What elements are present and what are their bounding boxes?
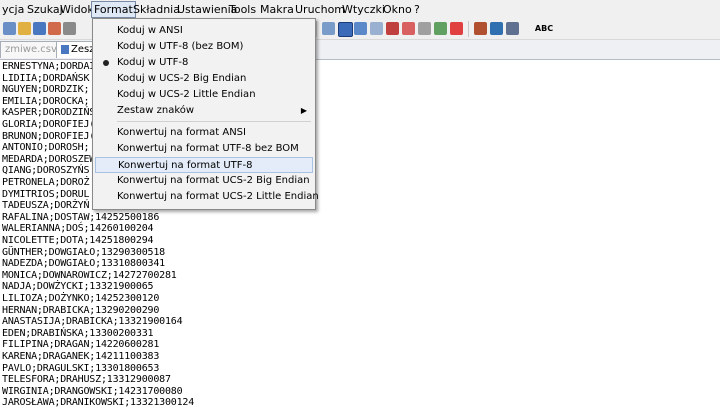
menu-bar: ycja Szukaj Widok Format Składnia Ustawi… xyxy=(0,0,720,20)
wrap-icon[interactable] xyxy=(322,22,335,35)
macro-play-icon[interactable] xyxy=(418,22,431,35)
format-menu-item[interactable]: Koduj w UTF-8 (bez BOM) xyxy=(95,39,313,55)
format-menu-item-label: Konwertuj na format ANSI xyxy=(117,127,246,138)
format-menu-item-label: Zestaw znaków xyxy=(117,105,195,116)
save-icon[interactable] xyxy=(33,22,46,35)
plugin-icon[interactable] xyxy=(474,22,487,35)
open-icon[interactable] xyxy=(18,22,31,35)
editor-line: JAROSŁAWA;DRANIKOWSKI;13321300124 xyxy=(2,397,195,409)
menu-tools[interactable]: Tools xyxy=(227,2,258,17)
document-icon xyxy=(61,44,69,54)
print-icon[interactable] xyxy=(63,22,76,35)
format-menu-item-label: Koduj w UTF-8 (bez BOM) xyxy=(117,41,244,52)
settings-icon[interactable] xyxy=(490,22,503,35)
macro-stop-icon[interactable] xyxy=(402,22,415,35)
new-icon[interactable] xyxy=(3,22,16,35)
format-menu-item-label: Koduj w UCS-2 Little Endian xyxy=(117,89,256,100)
format-menu-item[interactable]: Konwertuj na format ANSI xyxy=(95,125,313,141)
monitor-icon[interactable] xyxy=(506,22,519,35)
format-menu-item[interactable]: Konwertuj na format UTF-8 bez BOM xyxy=(95,141,313,157)
menu-edycja[interactable]: ycja xyxy=(0,2,26,17)
menu-makra[interactable]: Makra xyxy=(258,2,296,17)
format-menu-item[interactable]: Konwertuj na format UCS-2 Big Endian xyxy=(95,173,313,189)
spellcheck-icon[interactable]: ABC xyxy=(534,22,554,35)
submenu-arrow-icon: ▶ xyxy=(300,106,307,115)
format-menu-item-label: Koduj w ANSI xyxy=(117,25,183,36)
tab-zmiwe-csv[interactable]: zmiwe.csv xyxy=(0,41,58,58)
format-menu-item[interactable]: Koduj w UTF-8 xyxy=(95,55,313,71)
format-menu-item[interactable]: Koduj w UCS-2 Big Endian xyxy=(95,71,313,87)
indent-guide-icon[interactable] xyxy=(338,22,353,37)
zoom-icon[interactable] xyxy=(370,22,383,35)
close-icon[interactable] xyxy=(48,22,61,35)
format-menu-item-label: Konwertuj na format UTF-8 xyxy=(118,160,253,171)
format-menu-item[interactable]: Koduj w ANSI xyxy=(95,23,313,39)
format-menu-item-label: Konwertuj na format UCS-2 Little Endian xyxy=(117,191,319,202)
format-menu-dropdown: Koduj w ANSI Koduj w UTF-8 (bez BOM) Koduj… xyxy=(92,18,319,210)
macro-run-icon[interactable] xyxy=(434,22,447,35)
menu-okno[interactable]: Okno xyxy=(381,2,414,17)
menu-format[interactable]: Format xyxy=(91,1,136,18)
menu-help[interactable]: ? xyxy=(412,2,422,17)
radio-bullet-icon xyxy=(103,60,109,66)
format-menu-item[interactable]: Konwertuj na format UTF-8 xyxy=(95,157,313,173)
format-menu-item[interactable]: Koduj w UCS-2 Little Endian xyxy=(95,87,313,103)
menu-separator xyxy=(117,121,311,122)
fold-icon[interactable] xyxy=(354,22,367,35)
format-menu-item-label: Konwertuj na format UTF-8 bez BOM xyxy=(117,143,299,154)
menu-wtyczki[interactable]: Wtyczki xyxy=(340,2,387,17)
macro-record-icon[interactable] xyxy=(386,22,399,35)
format-menu-item[interactable]: Zestaw znaków ▶ xyxy=(95,103,313,119)
menu-uruchom[interactable]: Uruchom xyxy=(293,2,347,17)
format-menu-item[interactable]: Konwertuj na format UCS-2 Little Endian xyxy=(95,189,319,205)
format-menu-item-label: Konwertuj na format UCS-2 Big Endian xyxy=(117,175,310,186)
format-menu-item-label: Koduj w UCS-2 Big Endian xyxy=(117,73,247,84)
format-menu-item-label: Koduj w UTF-8 xyxy=(117,57,189,68)
save-macro-icon[interactable] xyxy=(450,22,463,35)
